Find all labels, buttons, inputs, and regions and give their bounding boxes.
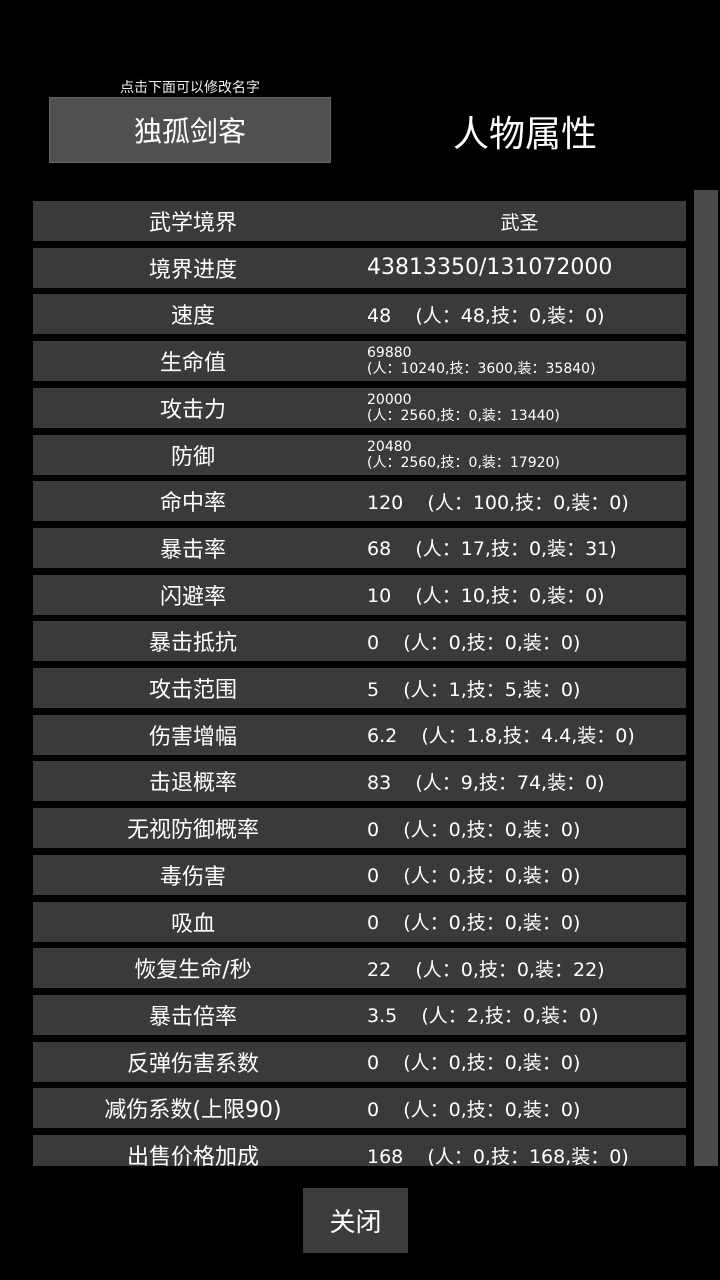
stat-label: 毒伤害 xyxy=(159,864,226,890)
stat-label: 暴击倍率 xyxy=(148,1004,237,1030)
stat-value: 20000 (人：2560,技：0,装：13440) xyxy=(353,392,686,424)
close-button[interactable]: 关闭 xyxy=(303,1188,408,1253)
stat-label: 闪避率 xyxy=(159,584,226,610)
stat-value: 武圣 xyxy=(500,211,539,234)
stat-value: 22 (人：0,技：0,装：22) xyxy=(367,958,605,981)
stat-label: 速度 xyxy=(170,304,215,330)
stat-row: 暴击倍率 3.5 (人：2,技：0,装：0) xyxy=(33,994,686,1035)
stat-value: 5 (人：1,技：5,装：0) xyxy=(367,678,581,701)
stat-value: 0 (人：0,技：0,装：0) xyxy=(367,818,581,841)
stat-row: 击退概率 83 (人：9,技：74,装：0) xyxy=(33,761,686,802)
stat-value-total: 69880 xyxy=(367,345,412,362)
stat-row: 防御 20480 (人：2560,技：0,装：17920) xyxy=(33,434,686,475)
stat-label: 恢复生命/秒 xyxy=(134,958,252,984)
stat-value-breakdown: (人：2560,技：0,装：13440) xyxy=(367,407,560,424)
stat-value: 43813350/131072000 xyxy=(367,255,613,281)
stat-row: 反弹伤害系数 0 (人：0,技：0,装：0) xyxy=(33,1041,686,1082)
stat-label: 击退概率 xyxy=(148,771,237,797)
stat-value-breakdown: (人：10240,技：3600,装：35840) xyxy=(367,361,596,378)
stat-row: 暴击率 68 (人：17,技：0,装：31) xyxy=(33,527,686,568)
stat-label: 无视防御概率 xyxy=(126,818,259,844)
stat-value-total: 20000 xyxy=(367,391,412,408)
stat-label: 暴击抵抗 xyxy=(148,631,237,657)
stat-value: 120 (人：100,技：0,装：0) xyxy=(367,491,629,514)
stat-value: 3.5 (人：2,技：0,装：0) xyxy=(367,1005,599,1028)
stat-value: 68 (人：17,技：0,装：31) xyxy=(367,538,617,561)
stats-list[interactable]: 武学境界 武圣境界进度 43813350/131072000 速度 48 (人：48,技… xyxy=(33,194,691,1166)
stat-value: 0 (人：0,技：0,装：0) xyxy=(367,631,581,654)
panel-title: 人物属性 xyxy=(452,114,597,155)
stat-value-total: 20480 xyxy=(367,438,412,455)
stat-label: 出售价格加成 xyxy=(126,1145,259,1166)
stat-value: 0 (人：0,技：0,装：0) xyxy=(367,1098,581,1121)
stat-row: 出售价格加成 168 (人：0,技：168,装：0) xyxy=(33,1135,686,1166)
stat-value: 0 (人：0,技：0,装：0) xyxy=(367,865,581,888)
stat-row: 武学境界 武圣 xyxy=(33,201,686,241)
stat-value: 6.2 (人：1.8,技：4.4,装：0) xyxy=(367,725,635,748)
character-name-button[interactable]: 独孤剑客 xyxy=(49,97,331,163)
stat-value: 0 (人：0,技：0,装：0) xyxy=(367,912,581,934)
stat-value: 0 (人：0,技：0,装：0) xyxy=(367,1052,581,1075)
stat-row: 伤害增幅 6.2 (人：1.8,技：4.4,装：0) xyxy=(33,714,686,755)
stat-value-breakdown: (人：2560,技：0,装：17920) xyxy=(367,454,560,471)
name-hint: 点击下面可以修改名字 xyxy=(120,80,260,96)
stat-row: 生命值 69880 (人：10240,技：3600,装：35840) xyxy=(33,341,686,382)
stat-label: 暴击率 xyxy=(159,537,226,563)
stat-label: 攻击范围 xyxy=(148,678,237,703)
stat-row: 吸血 0 (人：0,技：0,装：0) xyxy=(33,901,686,942)
stat-label: 命中率 xyxy=(159,491,226,517)
stat-row: 无视防御概率 0 (人：0,技：0,装：0) xyxy=(33,808,686,849)
stat-label: 减伤系数(上限90) xyxy=(104,1098,282,1124)
stat-label: 防御 xyxy=(170,444,215,470)
stat-label: 反弹伤害系数 xyxy=(126,1051,259,1077)
stat-row: 减伤系数(上限90) 0 (人：0,技：0,装：0) xyxy=(33,1088,686,1129)
stat-row: 攻击范围 5 (人：1,技：5,装：0) xyxy=(33,668,686,708)
stat-value: 69880 (人：10240,技：3600,装：35840) xyxy=(353,345,686,377)
stat-label: 生命值 xyxy=(159,351,226,377)
stat-row: 暴击抵抗 0 (人：0,技：0,装：0) xyxy=(33,621,686,662)
stat-row: 恢复生命/秒 22 (人：0,技：0,装：22) xyxy=(33,948,686,989)
stat-row: 境界进度 43813350/131072000 xyxy=(33,247,686,288)
stat-label: 境界进度 xyxy=(148,257,237,283)
stat-value: 168 (人：0,技：168,装：0) xyxy=(367,1145,629,1167)
stat-row: 速度 48 (人：48,技：0,装：0) xyxy=(33,294,686,335)
stat-value: 48 (人：48,技：0,装：0) xyxy=(367,304,605,327)
stat-row: 攻击力 20000 (人：2560,技：0,装：13440) xyxy=(33,387,686,428)
stat-label: 伤害增幅 xyxy=(148,724,237,750)
stat-value: 83 (人：9,技：74,装：0) xyxy=(367,771,605,794)
stat-row: 命中率 120 (人：100,技：0,装：0) xyxy=(33,481,686,522)
scrollbar[interactable] xyxy=(694,190,718,1166)
stat-label: 吸血 xyxy=(170,911,215,937)
stat-label: 武学境界 xyxy=(148,211,237,236)
stat-value: 20480 (人：2560,技：0,装：17920) xyxy=(353,439,686,471)
stat-label: 攻击力 xyxy=(159,397,226,423)
stat-row: 毒伤害 0 (人：0,技：0,装：0) xyxy=(33,854,686,895)
stat-value: 10 (人：10,技：0,装：0) xyxy=(367,585,605,608)
stat-row: 闪避率 10 (人：10,技：0,装：0) xyxy=(33,574,686,615)
